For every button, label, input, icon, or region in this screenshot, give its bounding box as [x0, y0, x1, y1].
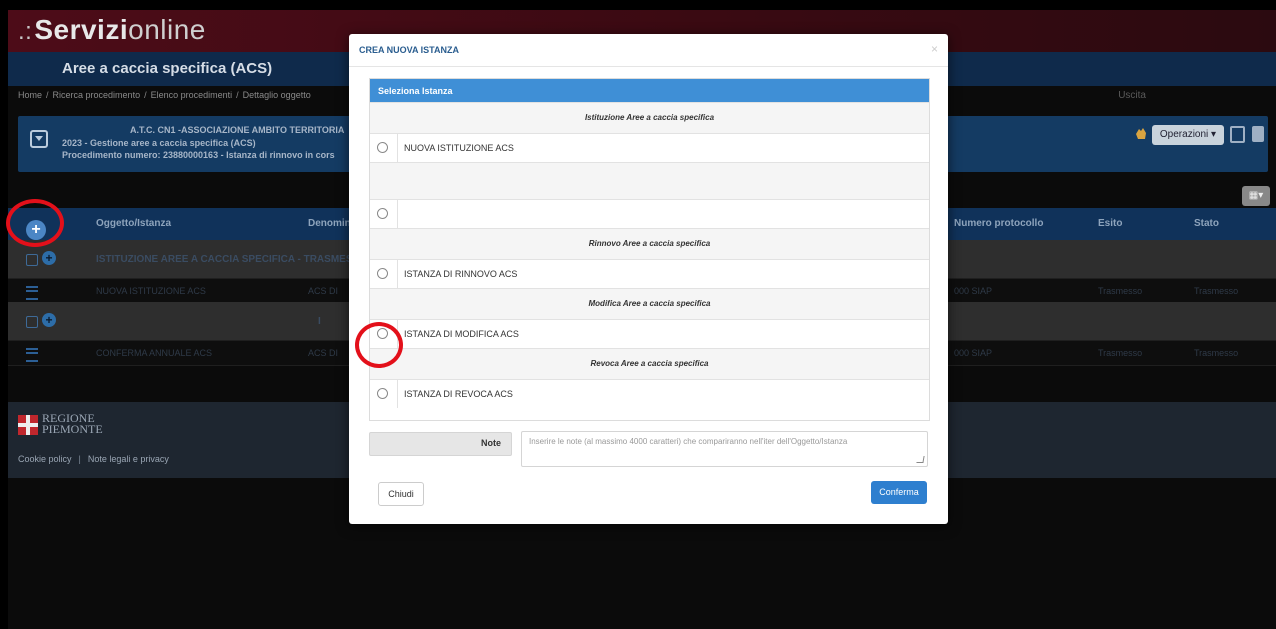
info-procedimento: Procedimento numero: 23880000163 - Istan…	[62, 150, 335, 160]
panel-title: Seleziona Istanza	[378, 86, 453, 96]
logo-dots: .:	[18, 18, 33, 45]
radio-rinnovo[interactable]	[377, 268, 388, 279]
hand-icon	[1134, 126, 1148, 140]
radio-nuova-istituzione[interactable]	[377, 142, 388, 153]
add-child-icon[interactable]: +	[42, 251, 56, 265]
legal-notes-link[interactable]: Note legali e privacy	[88, 454, 169, 464]
section-rinnovo: Rinnovo Aree a caccia specifica	[370, 228, 929, 259]
list-icon[interactable]	[26, 348, 38, 362]
breadcrumb-home[interactable]: Home	[18, 90, 42, 100]
breadcrumb-dettaglio: Dettaglio oggetto	[242, 90, 311, 100]
columns-grid-button[interactable]: ▦▾	[1242, 186, 1270, 206]
expand-icon[interactable]	[26, 316, 38, 328]
col-stato[interactable]: Stato	[1194, 218, 1219, 229]
cell-protocollo: 000 SIAP	[954, 348, 993, 358]
radio-revoca[interactable]	[377, 388, 388, 399]
document-icon[interactable]	[1252, 126, 1264, 142]
section-modifica: Modifica Aree a caccia specifica	[370, 288, 929, 319]
breadcrumb: Home / Ricerca procedimento / Elenco procedi…	[18, 90, 311, 100]
cell-esito: Trasmesso	[1098, 348, 1143, 358]
option-row-modifica[interactable]: ISTANZA DI MODIFICA ACS	[370, 319, 929, 348]
operations-dropdown-button[interactable]: Operazioni ▾	[1152, 125, 1224, 145]
note-placeholder: Inserire le note (al massimo 4000 caratt…	[529, 437, 848, 446]
resize-handle-icon[interactable]	[916, 456, 925, 463]
cell-stato: Trasmesso	[1194, 348, 1239, 358]
list-doc-icon[interactable]	[1230, 126, 1245, 143]
option-row-revoca[interactable]: ISTANZA DI REVOCA ACS	[370, 379, 929, 408]
logo-thin: online	[128, 14, 206, 45]
section-istituzione: Istituzione Aree a caccia specifica	[370, 102, 929, 133]
cell-oggetto: NUOVA ISTITUZIONE ACS	[96, 286, 206, 296]
note-label-box: Note	[369, 432, 512, 456]
cell-protocollo: 000 SIAP	[954, 286, 993, 296]
option-label: ISTANZA DI REVOCA ACS	[404, 389, 513, 399]
option-label: NUOVA ISTITUZIONE ACS	[404, 143, 514, 153]
option-row-rinnovo[interactable]: ISTANZA DI RINNOVO ACS	[370, 259, 929, 288]
section-empty	[370, 162, 929, 199]
radio-empty[interactable]	[377, 208, 388, 219]
section-title: Rinnovo Aree a caccia specifica	[588, 239, 711, 248]
add-child-icon[interactable]: +	[42, 313, 56, 327]
logo-bold: Servizi	[34, 14, 129, 45]
cell-denominazione: ACS DI	[308, 286, 339, 296]
cell-oggetto: CONFERMA ANNUALE ACS	[96, 348, 213, 358]
section-title: Revoca Aree a caccia specifica	[590, 359, 709, 368]
col-esito[interactable]: Esito	[1098, 218, 1122, 229]
confirm-button[interactable]: Conferma	[871, 481, 927, 504]
option-row-empty[interactable]	[370, 199, 929, 228]
info-gestione: 2023 - Gestione aree a caccia specifica …	[62, 138, 256, 148]
info-ente: A.T.C. CN1 -ASSOCIAZIONE AMBITO TERRITOR…	[130, 125, 345, 135]
section-revoca: Revoca Aree a caccia specifica	[370, 348, 929, 379]
option-label: ISTANZA DI RINNOVO ACS	[404, 269, 518, 279]
logout-link[interactable]: Uscita	[1118, 90, 1146, 101]
note-label: Note	[481, 438, 501, 448]
cell-stato: Trasmesso	[1194, 286, 1239, 296]
cell-denominazione: ACS DI	[308, 348, 339, 358]
expand-icon[interactable]	[26, 254, 38, 266]
list-icon[interactable]	[26, 286, 38, 300]
close-button[interactable]: Chiudi	[378, 482, 424, 506]
create-instance-modal: CREA NUOVA ISTANZA × Seleziona Istanza I…	[349, 34, 948, 524]
site-logo[interactable]: .:Servizionline	[18, 14, 206, 46]
footer-links: Cookie policy | Note legali e privacy	[18, 454, 169, 464]
select-instance-panel: Seleziona Istanza Istituzione Aree a cac…	[369, 78, 930, 421]
regione-name: REGIONE PIEMONTE	[42, 412, 103, 436]
red-annotation-circle	[6, 199, 64, 247]
regione-piemonte-logo	[18, 415, 38, 435]
cookie-policy-link[interactable]: Cookie policy	[18, 454, 72, 464]
breadcrumb-ricerca[interactable]: Ricerca procedimento	[53, 90, 141, 100]
cell-esito: Trasmesso	[1098, 286, 1143, 296]
panel-header: Seleziona Istanza	[370, 79, 929, 102]
modal-header: CREA NUOVA ISTANZA ×	[349, 34, 948, 67]
collapse-icon[interactable]	[30, 130, 48, 148]
page-title: Aree a caccia specifica (ACS)	[62, 60, 273, 77]
section-title: Istituzione Aree a caccia specifica	[584, 113, 715, 122]
breadcrumb-elenco[interactable]: Elenco procedimenti	[151, 90, 233, 100]
note-textarea[interactable]: Inserire le note (al massimo 4000 caratt…	[521, 431, 928, 467]
option-label: ISTANZA DI MODIFICA ACS	[404, 329, 519, 339]
option-row-nuova-istituzione[interactable]: NUOVA ISTITUZIONE ACS	[370, 133, 929, 162]
group-title: ISTITUZIONE AREE A CACCIA SPECIFICA - TR…	[96, 254, 367, 265]
section-title: Modifica Aree a caccia specifica	[588, 299, 711, 308]
regione-line2: PIEMONTE	[42, 422, 103, 436]
group-title: I	[318, 316, 321, 327]
modal-title: CREA NUOVA ISTANZA	[359, 45, 459, 55]
col-oggetto[interactable]: Oggetto/Istanza	[96, 218, 171, 229]
close-icon[interactable]: ×	[931, 42, 938, 56]
red-annotation-circle	[355, 322, 403, 368]
col-protocollo[interactable]: Numero protocollo	[954, 218, 1043, 229]
